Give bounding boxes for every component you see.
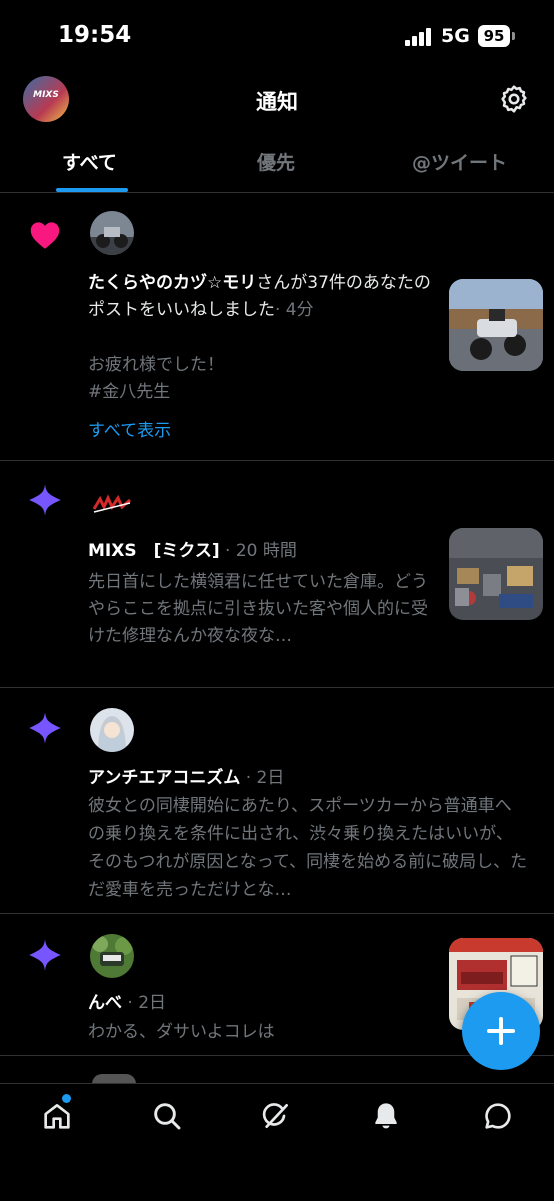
avatar[interactable] <box>90 211 134 255</box>
compose-button[interactable] <box>462 992 540 1070</box>
notification-item[interactable]: たくらやのカヅ☆モリさんが37件のあなたのポストをいいねしました· 4分 お疲れ… <box>0 193 554 461</box>
post-text: わかる、ダサいよコレは <box>88 1022 275 1042</box>
timestamp: · 20 時間 <box>225 541 297 561</box>
post-text: 彼女との同棲開始にあたり、スポーツカーから普通車への乗り換えを条件に出され、渋々… <box>88 796 528 900</box>
avatar[interactable] <box>90 483 134 527</box>
user-name[interactable]: アンチエアコニズム <box>88 768 240 788</box>
status-time: 19:54 <box>58 22 132 48</box>
tab-mentions[interactable]: @ツイート <box>412 148 507 175</box>
home-notification-dot <box>62 1094 71 1103</box>
notification-header: んべ · 2日 <box>88 990 433 1017</box>
post-text: 先日首にした横領君に任せていた倉庫。どうやらここを拠点に引き抜いた客や個人的に受… <box>88 572 428 646</box>
user-name[interactable]: んべ <box>88 993 122 1013</box>
gear-icon[interactable] <box>498 83 530 115</box>
signal-icon <box>405 28 435 46</box>
sparkle-icon <box>29 939 61 971</box>
notification-item[interactable]: アンチエアコニズム · 2日 彼女との同棲開始にあたり、スポーツカーから普通車へ… <box>0 688 554 914</box>
notification-text: たくらやのカヅ☆モリさんが37件のあなたのポストをいいねしました· 4分 <box>88 270 433 324</box>
timestamp: · 2日 <box>127 993 167 1013</box>
tab-priority[interactable]: 優先 <box>257 148 295 175</box>
avatar[interactable] <box>90 708 134 752</box>
active-tab-indicator <box>56 188 128 192</box>
post-thumbnail[interactable] <box>449 279 543 371</box>
notification-header: MIXS [ミクス] · 20 時間 <box>88 538 433 565</box>
search-icon[interactable] <box>151 1100 183 1132</box>
grok-icon[interactable] <box>260 1100 292 1132</box>
bell-icon[interactable] <box>370 1100 402 1132</box>
show-all-link[interactable]: すべて表示 <box>88 418 433 445</box>
battery-icon: 95 <box>478 25 510 47</box>
heart-icon <box>30 222 60 249</box>
network-label: 5G <box>441 25 470 47</box>
post-line: お疲れ様でした！ <box>88 355 224 375</box>
user-name[interactable]: たくらやのカヅ☆モリ <box>88 273 256 293</box>
user-name[interactable]: MIXS [ミクス] <box>88 541 220 561</box>
page-title: 通知 <box>256 90 298 114</box>
tab-all[interactable]: すべて <box>62 148 117 175</box>
post-thumbnail[interactable] <box>449 528 543 620</box>
timestamp: · 4分 <box>275 300 314 320</box>
status-bar: 19:54 5G 95 <box>0 0 554 72</box>
sparkle-icon <box>29 484 61 516</box>
home-icon[interactable] <box>41 1100 73 1132</box>
sparkle-icon <box>29 712 61 744</box>
timestamp: · 2日 <box>245 768 285 788</box>
post-hashtag[interactable]: #金八先生 <box>88 379 433 406</box>
avatar[interactable] <box>90 934 134 978</box>
home-indicator <box>143 1181 411 1187</box>
notification-item[interactable]: MIXS [ミクス] · 20 時間 先日首にした横領君に任せていた倉庫。どうや… <box>0 461 554 688</box>
messages-icon[interactable] <box>482 1100 514 1132</box>
battery-tip <box>512 32 515 40</box>
notification-tabs: すべて 優先 @ツイート <box>0 132 554 193</box>
notification-header: アンチエアコニズム · 2日 <box>88 765 433 792</box>
